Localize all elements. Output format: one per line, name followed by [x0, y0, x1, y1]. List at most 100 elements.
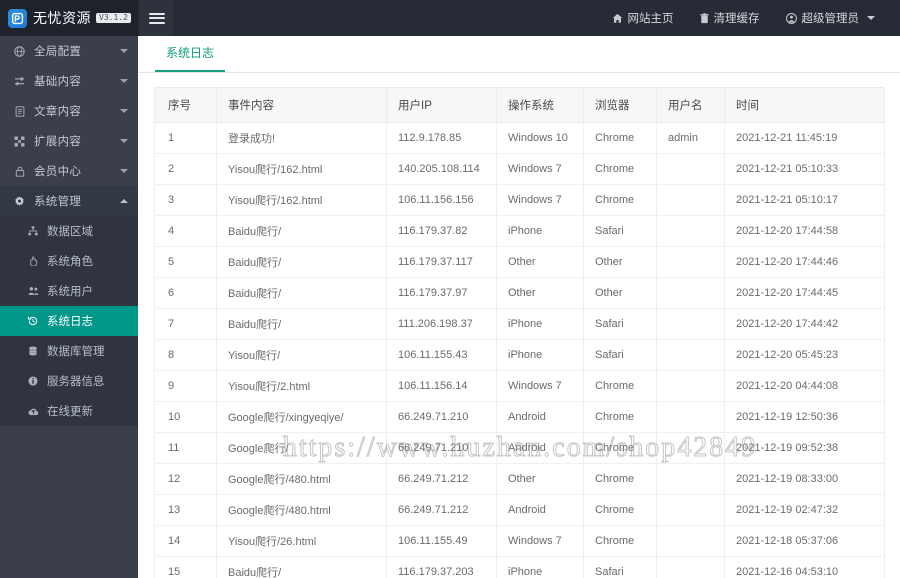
column-header-os: 操作系统 [496, 87, 584, 123]
sidebar-item-basic-content[interactable]: 基础内容 [0, 66, 138, 96]
cell-event: Yisou爬行/26.html [216, 525, 387, 557]
sidebar-item-global-config[interactable]: 全局配置 [0, 36, 138, 66]
cell-username [656, 556, 725, 578]
cell-time: 2021-12-19 08:33:00 [724, 463, 885, 495]
header-item-user[interactable]: 超级管理员 [773, 0, 889, 36]
cell-seq: 8 [154, 339, 217, 371]
cell-event: Google爬行/480.html [216, 494, 387, 526]
header-actions: 网站主页 清理缓存 超级管理员 [599, 0, 900, 36]
sidebar-subitem-system-user[interactable]: 系统用户 [0, 276, 138, 306]
cell-seq: 11 [154, 432, 217, 464]
sidebar-item-system-management[interactable]: 系统管理 [0, 186, 138, 216]
sidebar-item-member-center-label: 会员中心 [34, 166, 82, 178]
cell-username [656, 184, 725, 216]
cell-username [656, 401, 725, 433]
cell-event: Yisou爬行/162.html [216, 153, 387, 185]
table-row: 15 Baidu爬行/116.179.37.203 iPhone Safari 2021… [154, 556, 885, 578]
cell-browser: Safari [583, 339, 657, 371]
logo-text: 无忧资源 [33, 10, 91, 26]
sidebar-subitem-system-role[interactable]: 系统角色 [0, 246, 138, 276]
cell-event: Yisou爬行/162.html [216, 184, 387, 216]
cell-time: 2021-12-21 05:10:17 [724, 184, 885, 216]
header-item-user-label: 超级管理员 [801, 13, 860, 25]
cell-username [656, 308, 725, 340]
hand-icon [26, 256, 40, 266]
table-header-row: 序号 事件内容 用户IP 操作系统 浏览器 用户名 时间 [154, 87, 885, 123]
sidebar-subitem-system-log[interactable]: 系统日志 [0, 306, 138, 336]
cell-event: Google爬行/480.html [216, 463, 387, 495]
sidebar-subitem-data-region[interactable]: 数据区域 [0, 216, 138, 246]
sidebar-subitem-online-update[interactable]: 在线更新 [0, 396, 138, 426]
cell-event: Baidu爬行/ [216, 556, 387, 578]
column-header-seq: 序号 [154, 87, 217, 123]
user-circle-icon [785, 12, 797, 24]
cell-time: 2021-12-21 11:45:19 [724, 122, 885, 154]
cell-os: Other [496, 277, 584, 309]
cell-time: 2021-12-19 12:50:36 [724, 401, 885, 433]
sidebar-subitem-database-management[interactable]: 数据库管理 [0, 336, 138, 366]
sidebar-item-member-center[interactable]: 会员中心 [0, 156, 138, 186]
cell-user-ip: 116.179.37.117 [386, 246, 497, 278]
cell-username: admin [656, 122, 725, 154]
sidebar-item-extension-content-label: 扩展内容 [34, 136, 82, 148]
column-header-event: 事件内容 [216, 87, 387, 123]
app-logo-icon [8, 8, 27, 28]
cell-user-ip: 111.206.198.37 [386, 308, 497, 340]
cell-browser: Chrome [583, 494, 657, 526]
cell-time: 2021-12-20 17:44:42 [724, 308, 885, 340]
cell-browser: Chrome [583, 370, 657, 402]
sidebar-submenu-system: 数据区域 系统角色 系统用户 系统日志 数据库管理 服务器信息 在线更新 [0, 216, 138, 426]
cell-browser: Safari [583, 556, 657, 578]
lock-icon [12, 166, 27, 177]
table-row: 11 Google爬行/66.249.71.210 Android Chrome 202… [154, 432, 885, 464]
cell-user-ip: 106.11.155.43 [386, 339, 497, 371]
cell-time: 2021-12-20 17:44:46 [724, 246, 885, 278]
cell-browser: Safari [583, 215, 657, 247]
sidebar-subitem-server-info[interactable]: 服务器信息 [0, 366, 138, 396]
header-item-home[interactable]: 网站主页 [599, 0, 687, 36]
sidebar-item-system-management-label: 系统管理 [34, 196, 82, 208]
cell-username [656, 494, 725, 526]
sidebar-item-global-config-label: 全局配置 [34, 46, 82, 58]
cell-username [656, 215, 725, 247]
table-row: 13 Google爬行/480.html 66.249.71.212 Android C… [154, 494, 885, 526]
cell-browser: Safari [583, 308, 657, 340]
info-icon [26, 376, 40, 386]
cell-os: Windows 7 [496, 370, 584, 402]
sidebar-subitem-online-update-label: 在线更新 [47, 406, 93, 418]
cell-seq: 12 [154, 463, 217, 495]
log-table-head: 序号 事件内容 用户IP 操作系统 浏览器 用户名 时间 [154, 87, 885, 123]
sidebar-item-article-content[interactable]: 文章内容 [0, 96, 138, 126]
sidebar-item-article-content-label: 文章内容 [34, 106, 82, 118]
header-item-clear-cache[interactable]: 清理缓存 [687, 0, 773, 36]
gear-icon [12, 196, 27, 207]
sidebar-toggle-button[interactable] [140, 0, 174, 36]
column-header-username: 用户名 [656, 87, 725, 123]
table-row: 4 Baidu爬行/116.179.37.82 iPhone Safari 2021-1… [154, 215, 885, 247]
trash-icon [699, 12, 709, 24]
chevron-down-icon [120, 109, 128, 113]
users-icon [26, 286, 40, 296]
tab-bar: 系统日志 [138, 36, 900, 73]
column-header-user-ip: 用户IP [386, 87, 497, 123]
cell-time: 2021-12-20 05:45:23 [724, 339, 885, 371]
header-item-clear-cache-label: 清理缓存 [713, 13, 760, 25]
cell-username [656, 153, 725, 185]
cell-time: 2021-12-20 17:44:58 [724, 215, 885, 247]
cell-browser: Chrome [583, 463, 657, 495]
tab-system-log[interactable]: 系统日志 [155, 44, 226, 72]
cell-time: 2021-12-19 09:52:38 [724, 432, 885, 464]
column-header-browser: 浏览器 [583, 87, 657, 123]
cell-event: Baidu爬行/ [216, 215, 387, 247]
cell-username [656, 339, 725, 371]
logo-block[interactable]: 无忧资源 V3.1.2 [0, 0, 138, 36]
cell-browser: Chrome [583, 525, 657, 557]
cell-user-ip: 116.179.37.82 [386, 215, 497, 247]
sidebar-item-extension-content[interactable]: 扩展内容 [0, 126, 138, 156]
cell-seq: 5 [154, 246, 217, 278]
cell-os: Windows 7 [496, 525, 584, 557]
cell-browser: Chrome [583, 153, 657, 185]
top-header: 无忧资源 V3.1.2 网站主页 清理缓存 超级管理员 [0, 0, 900, 36]
cell-os: Windows 10 [496, 122, 584, 154]
chevron-up-icon [120, 199, 128, 203]
